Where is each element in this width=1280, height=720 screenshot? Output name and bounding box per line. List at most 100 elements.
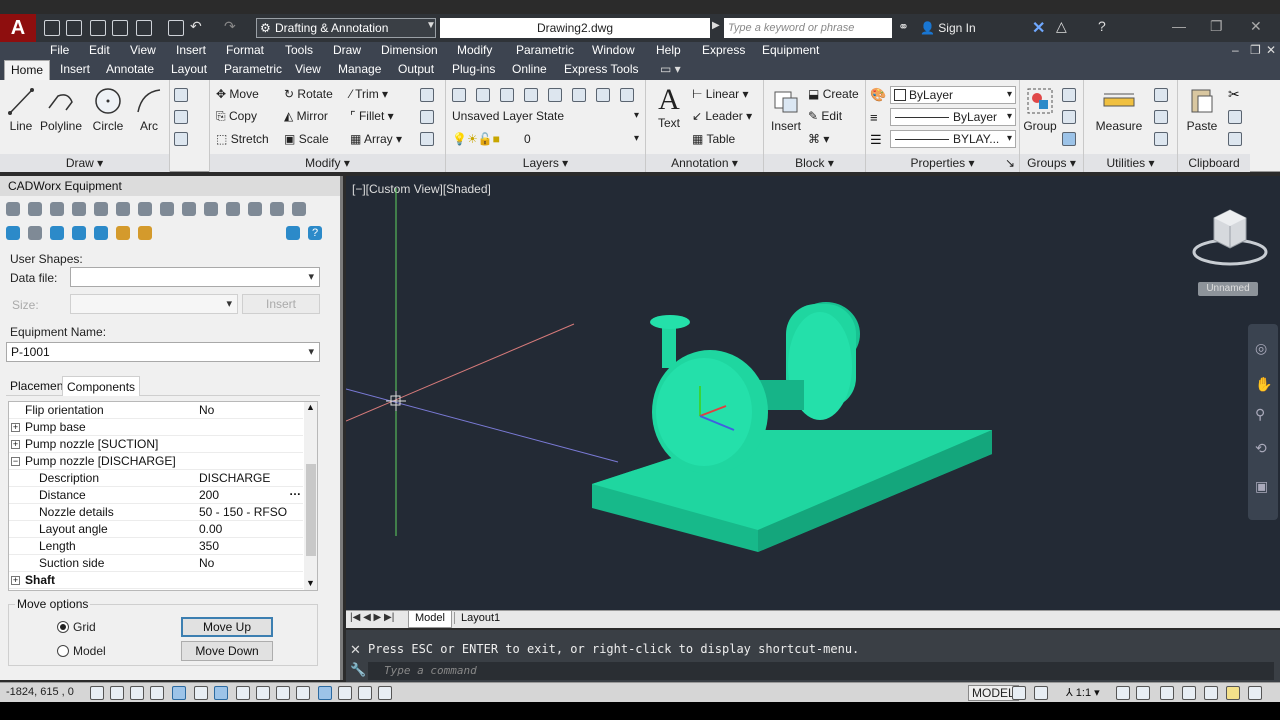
grid-radio[interactable]	[57, 621, 69, 633]
shape-bracket-icon[interactable]	[204, 202, 218, 216]
mirror-button[interactable]: ◭ Mirror	[284, 109, 328, 123]
tab-layout[interactable]: Layout	[171, 62, 207, 76]
property-scrollbar[interactable]: ▲ ▼	[304, 402, 317, 590]
auto-scale-icon[interactable]	[1136, 686, 1150, 700]
quick-select-icon[interactable]	[1154, 88, 1168, 102]
insert-button[interactable]: Insert	[242, 294, 320, 314]
cut-icon[interactable]: ✂	[1228, 86, 1240, 103]
annotation-monitor-icon[interactable]	[378, 686, 392, 700]
create-block-button[interactable]: ⬓ Create	[808, 87, 859, 101]
open-icon[interactable]	[66, 20, 82, 36]
hatch-icon[interactable]	[174, 110, 188, 124]
insert-block-button[interactable]: Insert	[768, 86, 804, 133]
block-attribute-button[interactable]: ⌘ ▾	[808, 132, 829, 146]
group-edit-icon[interactable]	[1062, 110, 1076, 124]
layer-previous-icon[interactable]	[596, 88, 610, 102]
tank-icon[interactable]	[116, 226, 130, 240]
shape-plate-icon[interactable]	[138, 202, 152, 216]
property-value[interactable]: No	[199, 555, 214, 572]
rotate-button[interactable]: ↻ Rotate	[284, 87, 333, 101]
zoom-icon[interactable]: ⚲	[1255, 406, 1265, 423]
layers-panel-title[interactable]: Layers ▾	[446, 154, 645, 172]
annotation-scale[interactable]: ⅄ 1:1 ▾	[1066, 686, 1100, 699]
application-menu-icon[interactable]: A	[0, 14, 36, 42]
template-icon[interactable]	[138, 226, 152, 240]
tab-annotate[interactable]: Annotate	[106, 62, 154, 76]
layer-icon[interactable]	[476, 88, 490, 102]
tab-layout1[interactable]: Layout1	[454, 612, 506, 624]
array-button[interactable]: ▦ Array ▾	[350, 132, 402, 146]
copy-clip-icon[interactable]	[1228, 110, 1242, 124]
id-point-icon[interactable]	[1154, 132, 1168, 146]
scroll-thumb[interactable]	[306, 464, 316, 556]
shape-cone-icon[interactable]	[50, 202, 64, 216]
property-value[interactable]: 200	[199, 487, 219, 504]
doc-close-icon[interactable]: ✕	[1266, 43, 1276, 57]
object-snap-tracking-icon[interactable]	[236, 686, 250, 700]
table-button[interactable]: ▦ Table	[692, 132, 735, 146]
menu-file[interactable]: File	[50, 43, 69, 57]
3d-object-snap-icon[interactable]	[214, 686, 228, 700]
menu-edit[interactable]: Edit	[89, 43, 110, 57]
arc-button[interactable]: Arc	[134, 86, 164, 133]
print-icon[interactable]	[168, 20, 184, 36]
pan-icon[interactable]: ✋	[1255, 376, 1272, 393]
property-value[interactable]: 0.00	[199, 521, 222, 538]
quick-view-layouts-icon[interactable]	[1012, 686, 1026, 700]
property-row[interactable]: − Pump nozzle [DISCHARGE]	[9, 453, 303, 470]
save-as-icon[interactable]	[112, 20, 128, 36]
help-icon[interactable]: ?	[1098, 18, 1106, 34]
workspace-switching-icon[interactable]	[1160, 686, 1174, 700]
fillet-button[interactable]: ⌜ Fillet ▾	[350, 109, 394, 123]
data-file-select[interactable]	[70, 267, 320, 287]
tab-online[interactable]: Online	[512, 62, 547, 76]
quick-view-drawings-icon[interactable]	[1034, 686, 1048, 700]
line-button[interactable]: Line	[6, 86, 36, 133]
exchange-icon[interactable]: ✕	[1032, 18, 1045, 38]
move-down-button[interactable]: Move Down	[181, 641, 273, 661]
command-customize-icon[interactable]: 🔧	[350, 662, 366, 678]
hardware-acceleration-icon[interactable]	[1204, 686, 1218, 700]
measure-button[interactable]: Measure	[1088, 86, 1150, 133]
expand-icon[interactable]: +	[11, 423, 20, 432]
property-value[interactable]: 350	[199, 538, 219, 555]
tab-components[interactable]: Components	[62, 376, 141, 396]
distance-ellipsis-button[interactable]: …	[289, 484, 301, 498]
menu-view[interactable]: View	[130, 43, 156, 57]
command-close-icon[interactable]: ✕	[350, 642, 361, 658]
layer-freeze-icon[interactable]	[524, 88, 538, 102]
region-icon[interactable]	[174, 132, 188, 146]
pipe-icon[interactable]	[28, 226, 42, 240]
model-radio[interactable]	[57, 645, 69, 657]
property-row[interactable]: + Shaft	[9, 572, 303, 589]
lineweight-toggle-icon[interactable]	[296, 686, 310, 700]
menu-draw[interactable]: Draw	[333, 43, 361, 57]
shape-support-icon[interactable]	[226, 202, 240, 216]
property-row[interactable]: Nozzle details 50 - 150 - RFSO	[9, 504, 303, 521]
object-snap-icon[interactable]	[194, 686, 208, 700]
infer-constraints-icon[interactable]	[90, 686, 104, 700]
ucs-menu[interactable]: Unnamed	[1198, 282, 1258, 296]
shape-box-icon[interactable]	[72, 202, 86, 216]
stretch-button[interactable]: ⬚ Stretch	[216, 132, 269, 146]
grid-display-icon[interactable]	[130, 686, 144, 700]
menu-window[interactable]: Window	[592, 43, 635, 57]
properties-panel-title[interactable]: Properties ▾ ↘	[866, 154, 1019, 172]
rectangle-icon[interactable]	[174, 88, 188, 102]
utilities-panel-title[interactable]: Utilities ▾	[1084, 154, 1177, 172]
menu-equipment[interactable]: Equipment	[762, 43, 819, 57]
menu-parametric[interactable]: Parametric	[516, 43, 574, 57]
color-select[interactable]: ByLayer	[890, 86, 1016, 104]
command-input[interactable]: Type a command	[368, 662, 1274, 680]
vessel-icon[interactable]	[94, 226, 108, 240]
search-input[interactable]: Type a keyword or phrase	[724, 18, 892, 38]
property-row[interactable]: Layout angle 0.00	[9, 521, 303, 538]
property-row[interactable]: + Pump nozzle [SUCTION]	[9, 436, 303, 453]
lineweight-icon[interactable]: ≡	[870, 110, 878, 125]
tab-output[interactable]: Output	[398, 62, 434, 76]
linear-dimension-button[interactable]: ⊢ Linear ▾	[692, 87, 749, 101]
explode-icon[interactable]	[420, 132, 434, 146]
property-row[interactable]: Length 350	[9, 538, 303, 555]
search-expand-icon[interactable]: ▶	[712, 20, 720, 31]
dynamic-ucs-icon[interactable]	[256, 686, 270, 700]
